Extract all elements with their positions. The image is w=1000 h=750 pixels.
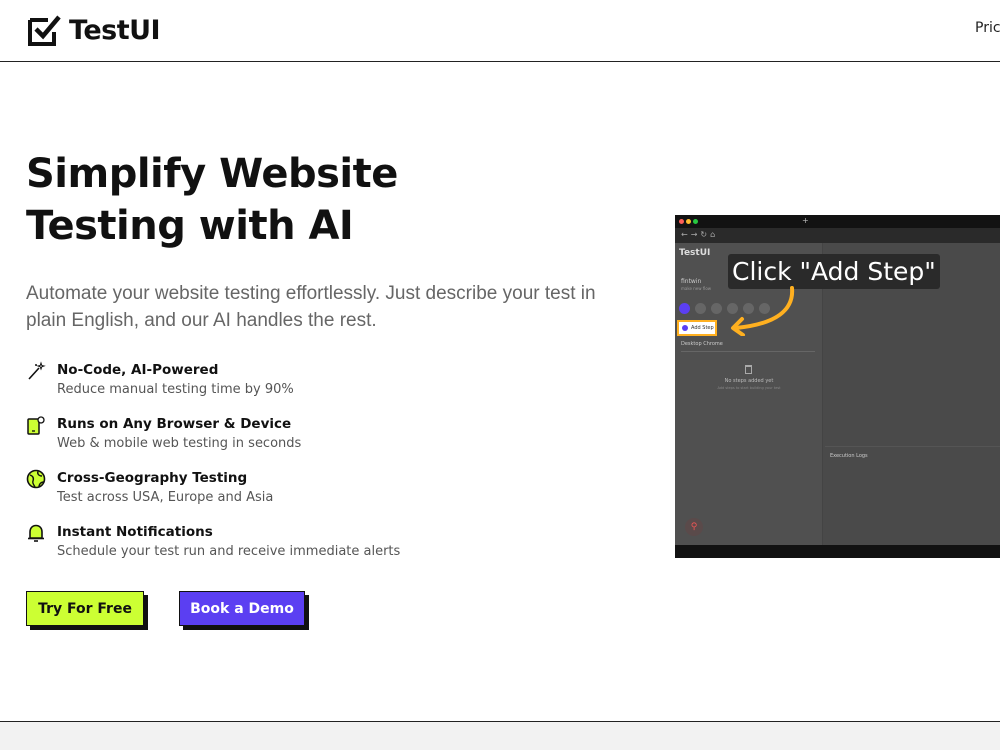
empty-state-title: No steps added yet <box>724 378 774 384</box>
avatar: ⚲ <box>685 518 703 536</box>
magic-wand-icon <box>28 361 46 380</box>
checkbox-logo-icon <box>28 15 61 46</box>
feature-title: Cross-Geography Testing <box>57 470 248 486</box>
feature-title: No-Code, AI-Powered <box>57 362 219 378</box>
play-icon <box>679 303 690 314</box>
hero-title-line-1: Simplify Website <box>26 151 398 197</box>
try-for-free-button[interactable]: Try For Free <box>26 591 144 626</box>
screenshot-bottom-bar <box>675 545 1000 558</box>
book-a-demo-button[interactable]: Book a Demo <box>179 591 305 626</box>
feature-title: Runs on Any Browser & Device <box>57 416 292 432</box>
maximize-dot <box>693 219 698 224</box>
plus-circle-icon <box>682 325 688 331</box>
next-section-band <box>0 721 1000 750</box>
globe-icon <box>26 469 46 489</box>
feature-list: No-Code, AI-Powered Reduce manual testin… <box>26 361 626 577</box>
curved-arrow-icon <box>731 286 795 336</box>
browser-select: Desktop Chrome <box>681 341 815 352</box>
logo-link[interactable]: TestUI <box>26 12 161 48</box>
add-step-highlight: Add Step <box>677 320 717 336</box>
device-gear-icon <box>27 416 45 435</box>
hero-subtitle: Automate your website testing effortless… <box>26 283 596 331</box>
feature-item: Cross-Geography Testing Test across USA,… <box>26 469 626 523</box>
project-name: fintwin <box>681 278 702 285</box>
bell-icon <box>28 524 44 542</box>
device-icon <box>695 303 706 314</box>
execution-logs-label: Execution Logs <box>830 453 868 459</box>
feature-item: No-Code, AI-Powered Reduce manual testin… <box>26 361 626 415</box>
feature-item: Instant Notifications Schedule your test… <box>26 523 626 577</box>
new-tab-icon: + <box>802 216 809 225</box>
globe-icon <box>711 303 722 314</box>
logo-text: TestUI <box>69 14 161 46</box>
mini-logo: TestUI <box>679 248 711 258</box>
feature-desc: Web & mobile web testing in seconds <box>57 436 302 451</box>
add-step-label: Add Step <box>691 325 714 331</box>
empty-state-sub: Add steps to start building your test <box>717 386 781 390</box>
add-step-callout: Click "Add Step" <box>728 254 940 289</box>
close-dot <box>679 219 684 224</box>
feature-desc: Schedule your test run and receive immed… <box>57 544 401 559</box>
empty-trash-icon <box>745 365 752 374</box>
browser-titlebar: + <box>675 215 1000 228</box>
browser-nav-icons: ←→↻⌂ <box>681 230 719 239</box>
feature-desc: Reduce manual testing time by 90% <box>57 382 294 397</box>
divider <box>825 446 1000 447</box>
site-header: TestUI Prici <box>0 0 1000 62</box>
browser-address-bar: ←→↻⌂ <box>675 228 1000 243</box>
minimize-dot <box>686 219 691 224</box>
nav-pricing-link[interactable]: Prici <box>975 20 1000 36</box>
feature-title: Instant Notifications <box>57 524 213 540</box>
hero-title: Simplify Website Testing with AI <box>26 148 586 252</box>
project-sub: make new flow <box>681 286 712 291</box>
feature-desc: Test across USA, Europe and Asia <box>57 490 274 505</box>
feature-item: Runs on Any Browser & Device Web & mobil… <box>26 415 626 469</box>
hero-title-line-2: Testing with AI <box>26 203 354 249</box>
